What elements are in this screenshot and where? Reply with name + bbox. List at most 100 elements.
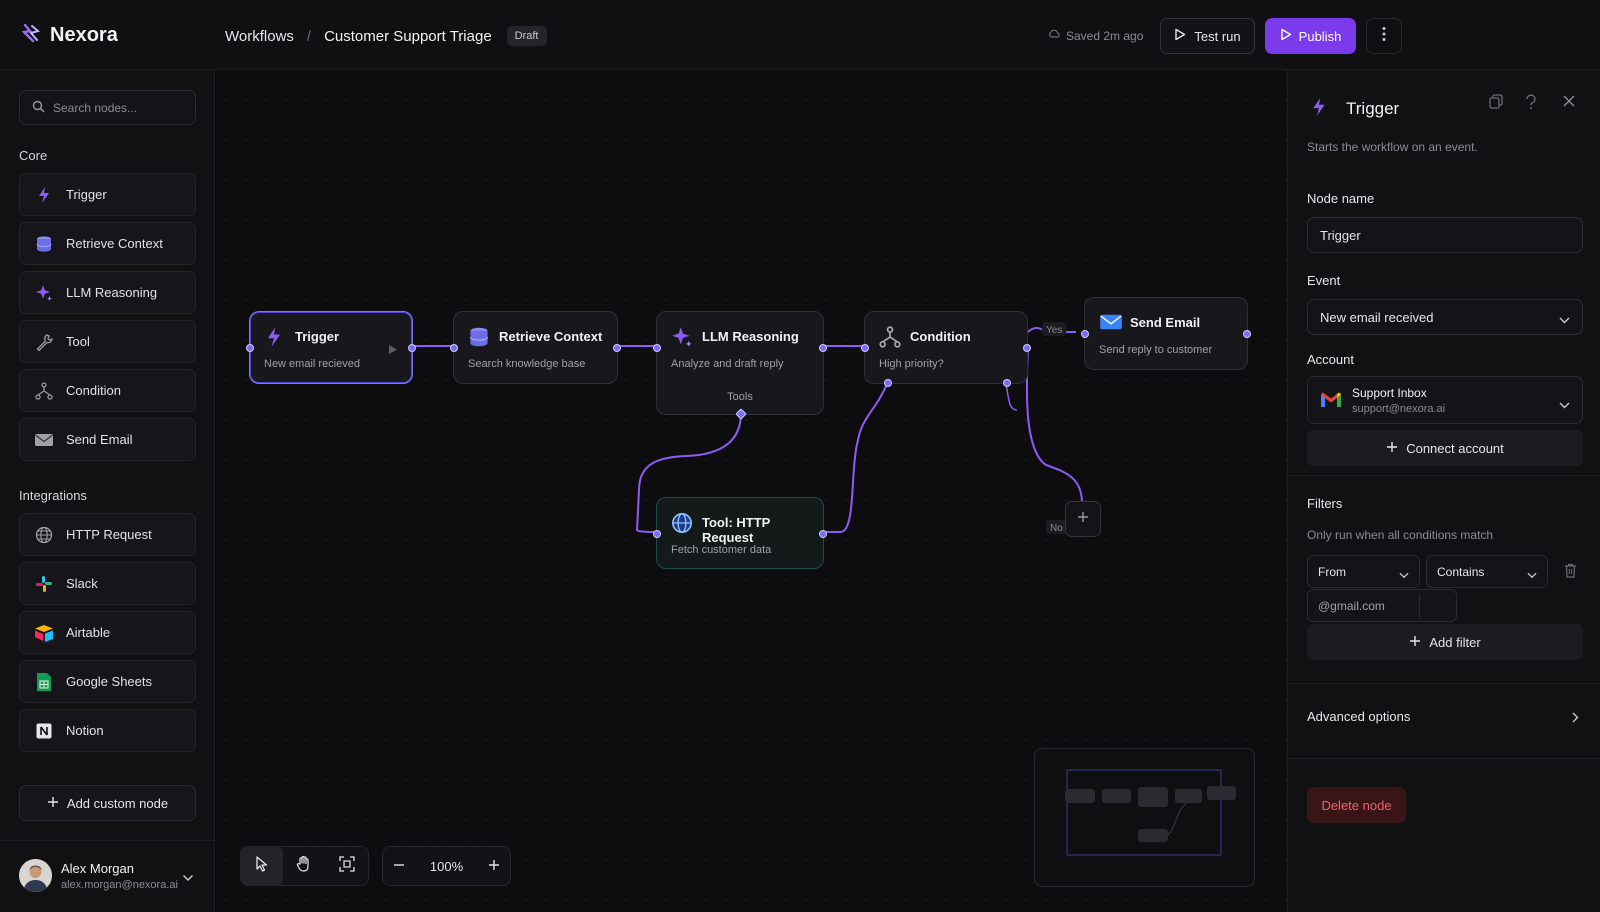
cloud-check-icon <box>1048 28 1060 43</box>
node-name-field[interactable]: Trigger <box>1307 217 1583 253</box>
sidebar-item-label: Tool <box>66 334 90 349</box>
user-email: alex.morgan@nexora.ai <box>61 879 178 891</box>
workflow-node-trigger[interactable]: Trigger New email recieved <box>246 311 416 384</box>
delete-node-button[interactable]: Delete node <box>1307 787 1406 823</box>
user-menu[interactable]: Alex Morgan alex.morgan@nexora.ai <box>0 840 215 912</box>
duplicate-icon[interactable] <box>1489 94 1503 115</box>
add-custom-node-button[interactable]: Add custom node <box>19 785 196 821</box>
fit-view-button[interactable] <box>326 846 368 886</box>
zoom-in-button[interactable] <box>488 859 500 874</box>
sidebar-item-google-sheets[interactable]: Google Sheets <box>19 660 196 703</box>
app-logo[interactable]: Nexora <box>20 22 118 49</box>
search-nodes-input[interactable]: Search nodes... <box>19 90 196 125</box>
filter-operator-select[interactable]: Contains <box>1426 555 1548 588</box>
node-subtitle: Search knowledge base <box>468 358 586 370</box>
account-label: Account <box>1307 352 1354 367</box>
sidebar-item-label: Notion <box>66 723 104 738</box>
sidebar-item-notion[interactable]: Notion <box>19 709 196 752</box>
app-name: Nexora <box>50 24 118 46</box>
condition-port[interactable] <box>1003 379 1011 387</box>
output-port[interactable] <box>613 344 621 352</box>
edge-condition-loop <box>1005 383 1018 411</box>
output-port[interactable] <box>1023 344 1031 352</box>
minimap[interactable] <box>1034 748 1255 887</box>
sidebar-item-slack[interactable]: Slack <box>19 562 196 605</box>
mail-icon <box>34 430 54 450</box>
workflow-node-retrieve-context[interactable]: Retrieve Context Search knowledge base <box>450 311 621 384</box>
gmail-icon <box>1320 391 1342 413</box>
condition-port[interactable] <box>884 379 892 387</box>
connect-account-button[interactable]: Connect account <box>1307 430 1583 466</box>
filter-field-select[interactable]: From <box>1307 555 1420 588</box>
account-name: Support Inbox <box>1352 386 1427 400</box>
account-email: support@nexora.ai <box>1352 403 1446 415</box>
input-divider <box>1419 594 1420 618</box>
sidebar-item-trigger[interactable]: Trigger <box>19 173 196 216</box>
tools-slot-label: Tools <box>727 391 753 403</box>
chevron-down-icon <box>1559 396 1570 414</box>
lightning-icon <box>1310 96 1328 123</box>
sidebar-item-airtable[interactable]: Airtable <box>19 611 196 654</box>
sidebar-item-label: Send Email <box>66 432 133 447</box>
close-icon[interactable] <box>1562 94 1576 113</box>
sidebar-item-http-request[interactable]: HTTP Request <box>19 513 196 556</box>
output-port[interactable] <box>1243 330 1251 338</box>
node-title: Retrieve Context <box>499 329 603 344</box>
input-port[interactable] <box>861 344 869 352</box>
pan-tool-button[interactable] <box>283 846 325 886</box>
edge-condition-no <box>1025 345 1083 504</box>
add-node-button[interactable] <box>1065 501 1101 537</box>
more-options-button[interactable] <box>1366 18 1402 54</box>
workflow-node-condition[interactable]: Condition High priority? <box>861 311 1031 387</box>
sidebar-item-label: LLM Reasoning <box>66 285 158 300</box>
workflow-node-llm-reasoning[interactable]: LLM Reasoning Analyze and draft reply To… <box>653 311 827 420</box>
breadcrumb-workflows[interactable]: Workflows <box>225 28 294 45</box>
event-label: Event <box>1307 273 1341 288</box>
filter-field-value: From <box>1318 564 1346 579</box>
workflow-node-send-email[interactable]: Send Email Send reply to customer <box>1081 297 1251 370</box>
node-title: Condition <box>910 329 971 344</box>
node-subtitle: Send reply to customer <box>1099 344 1213 356</box>
notion-icon <box>34 721 54 741</box>
add-filter-button[interactable]: Add filter <box>1307 624 1583 660</box>
output-port[interactable] <box>819 530 827 538</box>
saved-text: Saved 2m ago <box>1066 28 1144 43</box>
workflow-node-http-request[interactable]: Tool: HTTP Request Fetch customer data <box>653 497 827 569</box>
input-port[interactable] <box>653 530 661 538</box>
help-icon[interactable] <box>1525 94 1537 115</box>
run-node-icon[interactable] <box>388 342 398 360</box>
zoom-out-button[interactable] <box>393 859 405 874</box>
add-custom-label: Add custom node <box>66 795 169 811</box>
edge-http-condition <box>824 383 888 533</box>
plus-icon <box>47 796 59 811</box>
select-tool-button[interactable] <box>241 846 284 886</box>
divider <box>1288 683 1600 684</box>
publish-label: Publish <box>1298 28 1342 44</box>
sidebar-item-label: Slack <box>66 576 98 591</box>
breadcrumb-current[interactable]: Customer Support Triage <box>324 28 492 45</box>
add-filter-label: Add filter <box>1429 634 1481 650</box>
sheets-icon <box>34 672 54 692</box>
avatar <box>19 859 52 892</box>
sidebar-item-llm-reasoning[interactable]: LLM Reasoning <box>19 271 196 314</box>
advanced-options-row[interactable]: Advanced options <box>1307 700 1583 730</box>
input-port[interactable] <box>246 344 254 352</box>
output-port[interactable] <box>819 344 827 352</box>
input-port[interactable] <box>450 344 458 352</box>
output-port[interactable] <box>408 344 416 352</box>
input-port[interactable] <box>653 344 661 352</box>
input-port[interactable] <box>1081 330 1089 338</box>
divider <box>1288 475 1600 476</box>
sidebar-item-retrieve-context[interactable]: Retrieve Context <box>19 222 196 265</box>
sidebar-item-condition[interactable]: Condition <box>19 369 196 412</box>
workflow-canvas[interactable]: Yes No Trigger New email recieved Retrie… <box>216 70 1287 912</box>
test-run-button[interactable]: Test run <box>1160 18 1255 54</box>
trash-icon[interactable] <box>1564 563 1577 583</box>
slack-icon <box>34 574 54 594</box>
publish-button[interactable]: Publish <box>1265 18 1356 54</box>
filter-value-input[interactable]: @gmail.com <box>1307 589 1457 622</box>
account-select[interactable]: Support Inbox support@nexora.ai <box>1307 376 1583 424</box>
sidebar-item-tool[interactable]: Tool <box>19 320 196 363</box>
sidebar-item-send-email[interactable]: Send Email <box>19 418 196 461</box>
event-select[interactable]: New email received <box>1307 299 1583 335</box>
